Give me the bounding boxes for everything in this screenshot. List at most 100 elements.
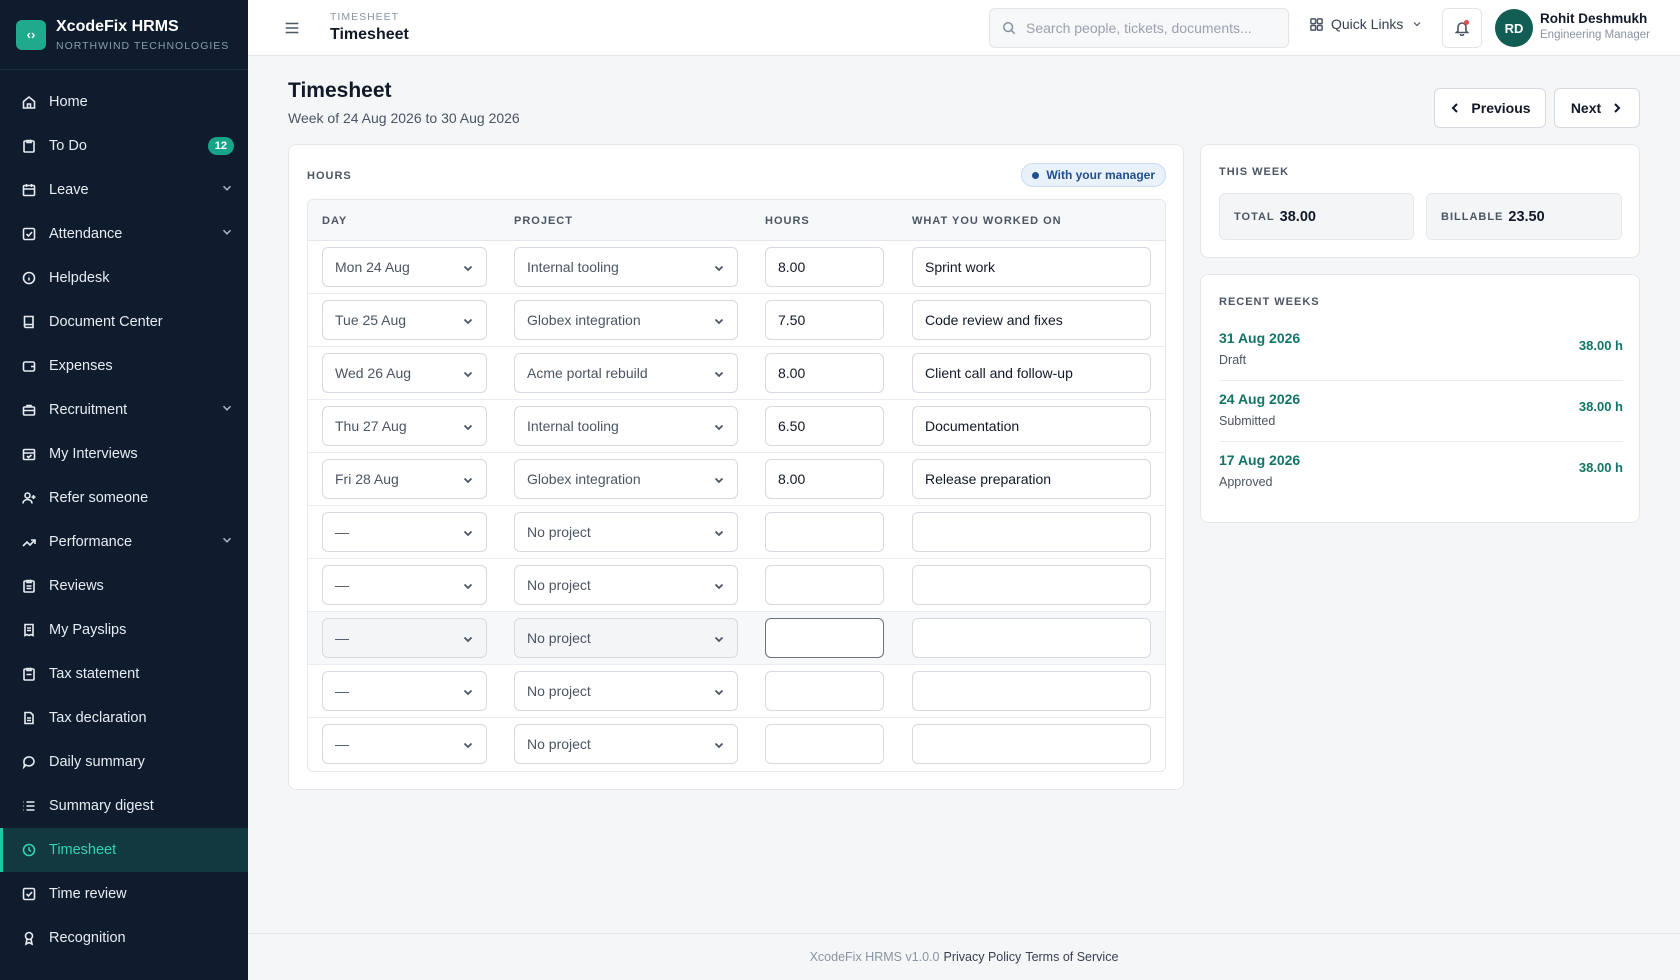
sidebar-item-summary-digest[interactable]: Summary digest — [0, 784, 248, 828]
hours-input[interactable] — [765, 247, 884, 287]
recent-week-item[interactable]: 24 Aug 2026 Submitted 38.00 h — [1219, 381, 1623, 442]
search-box[interactable] — [989, 8, 1289, 48]
hours-input[interactable] — [765, 406, 884, 446]
project-select[interactable]: No project — [514, 512, 738, 552]
chevron-down-icon[interactable] — [220, 181, 234, 199]
recent-week-status: Approved — [1219, 475, 1273, 489]
day-select[interactable]: — — [322, 671, 487, 711]
hours-input[interactable] — [765, 671, 884, 711]
recent-week-date[interactable]: 24 Aug 2026 — [1219, 391, 1300, 407]
sidebar-item-to-do[interactable]: To Do 12 — [0, 124, 248, 168]
quick-links-button[interactable]: Quick Links — [1309, 16, 1423, 32]
day-select[interactable]: — — [322, 512, 487, 552]
sidebar-item-time-review[interactable]: Time review — [0, 872, 248, 916]
hours-input[interactable] — [765, 724, 884, 764]
chevron-down-icon — [714, 530, 724, 537]
hours-input[interactable] — [765, 459, 884, 499]
work-description-input[interactable] — [912, 459, 1151, 499]
sidebar-item-daily-summary[interactable]: Daily summary — [0, 740, 248, 784]
project-select[interactable]: No project — [514, 671, 738, 711]
table-row: Thu 27 Aug Internal tooling — [308, 400, 1165, 453]
hours-input[interactable] — [765, 565, 884, 605]
chevron-down-icon — [463, 583, 473, 590]
previous-week-button[interactable]: Previous — [1434, 88, 1546, 128]
recent-week-item[interactable]: 17 Aug 2026 Approved 38.00 h — [1219, 442, 1623, 503]
day-select[interactable]: Fri 28 Aug — [322, 459, 487, 499]
project-select[interactable]: Globex integration — [514, 300, 738, 340]
work-description-input[interactable] — [912, 724, 1151, 764]
hours-input[interactable] — [765, 300, 884, 340]
sidebar-item-home[interactable]: Home — [0, 80, 248, 124]
sidebar-nav: Home To Do 12 Leave Attendance Helpdesk Docume… — [0, 70, 248, 960]
terms-link[interactable]: Terms of Service — [1025, 950, 1118, 964]
project-select[interactable]: No project — [514, 618, 738, 658]
recent-week-date[interactable]: 31 Aug 2026 — [1219, 330, 1300, 346]
day-select[interactable]: — — [322, 565, 487, 605]
work-description-input[interactable] — [912, 512, 1151, 552]
project-select[interactable]: No project — [514, 724, 738, 764]
wallet-icon — [20, 357, 38, 375]
table-row: — No project — [308, 559, 1165, 612]
work-description-input[interactable] — [912, 671, 1151, 711]
work-description-input[interactable] — [912, 618, 1151, 658]
check-square-icon — [20, 225, 38, 243]
sidebar-item-recognition[interactable]: Recognition — [0, 916, 248, 960]
sidebar-item-my-interviews[interactable]: My Interviews — [0, 432, 248, 476]
sidebar-item-performance[interactable]: Performance — [0, 520, 248, 564]
work-description-input[interactable] — [912, 565, 1151, 605]
sidebar-item-reviews[interactable]: Reviews — [0, 564, 248, 608]
sidebar-item-leave[interactable]: Leave — [0, 168, 248, 212]
sidebar-item-label: Refer someone — [49, 490, 149, 506]
chevron-down-icon — [714, 318, 724, 325]
sidebar-item-expenses[interactable]: Expenses — [0, 344, 248, 388]
work-description-input[interactable] — [912, 247, 1151, 287]
hours-input[interactable] — [765, 353, 884, 393]
table-row: Wed 26 Aug Acme portal rebuild — [308, 347, 1165, 400]
day-select[interactable]: Thu 27 Aug — [322, 406, 487, 446]
work-description-input[interactable] — [912, 300, 1151, 340]
menu-icon[interactable] — [282, 18, 302, 38]
column-header-day: DAY — [322, 215, 348, 227]
work-description-input[interactable] — [912, 406, 1151, 446]
day-select[interactable]: Wed 26 Aug — [322, 353, 487, 393]
sidebar-item-my-payslips[interactable]: My Payslips — [0, 608, 248, 652]
brand[interactable]: ‹› XcodeFix HRMS NORTHWIND TECHNOLOGIES — [0, 0, 248, 70]
search-input[interactable] — [1026, 20, 1266, 36]
sidebar-item-attendance[interactable]: Attendance — [0, 212, 248, 256]
recent-week-date[interactable]: 17 Aug 2026 — [1219, 452, 1300, 468]
avatar[interactable]: RD — [1495, 9, 1533, 47]
chevron-down-icon[interactable] — [220, 533, 234, 551]
project-select[interactable]: Internal tooling — [514, 406, 738, 446]
next-week-button[interactable]: Next — [1554, 88, 1640, 128]
table-row: — No project — [308, 665, 1165, 718]
day-select[interactable]: — — [322, 618, 487, 658]
chevron-down-icon — [714, 742, 724, 749]
table-row: Mon 24 Aug Internal tooling — [308, 241, 1165, 294]
chevron-down-icon[interactable] — [220, 401, 234, 419]
sidebar-item-label: Tax declaration — [49, 710, 147, 726]
chevron-down-icon[interactable] — [220, 225, 234, 243]
hours-input[interactable] — [765, 618, 884, 658]
privacy-policy-link[interactable]: Privacy Policy — [944, 950, 1022, 964]
work-description-input[interactable] — [912, 353, 1151, 393]
project-select[interactable]: Acme portal rebuild — [514, 353, 738, 393]
day-select[interactable]: Mon 24 Aug — [322, 247, 487, 287]
project-select[interactable]: No project — [514, 565, 738, 605]
notifications-button[interactable] — [1442, 8, 1482, 48]
total-label: TOTAL — [1234, 210, 1275, 223]
project-select[interactable]: Internal tooling — [514, 247, 738, 287]
sidebar-item-timesheet[interactable]: Timesheet — [0, 828, 248, 872]
project-select-value: Globex integration — [527, 312, 641, 328]
day-select[interactable]: — — [322, 724, 487, 764]
recent-week-item[interactable]: 31 Aug 2026 Draft 38.00 h — [1219, 320, 1623, 381]
sidebar-item-helpdesk[interactable]: Helpdesk — [0, 256, 248, 300]
sidebar-item-tax-declaration[interactable]: Tax declaration — [0, 696, 248, 740]
sidebar-item-label: My Payslips — [49, 622, 127, 638]
project-select[interactable]: Globex integration — [514, 459, 738, 499]
sidebar-item-recruitment[interactable]: Recruitment — [0, 388, 248, 432]
day-select[interactable]: Tue 25 Aug — [322, 300, 487, 340]
hours-input[interactable] — [765, 512, 884, 552]
sidebar-item-refer-someone[interactable]: Refer someone — [0, 476, 248, 520]
sidebar-item-document-center[interactable]: Document Center — [0, 300, 248, 344]
sidebar-item-tax-statement[interactable]: Tax statement — [0, 652, 248, 696]
